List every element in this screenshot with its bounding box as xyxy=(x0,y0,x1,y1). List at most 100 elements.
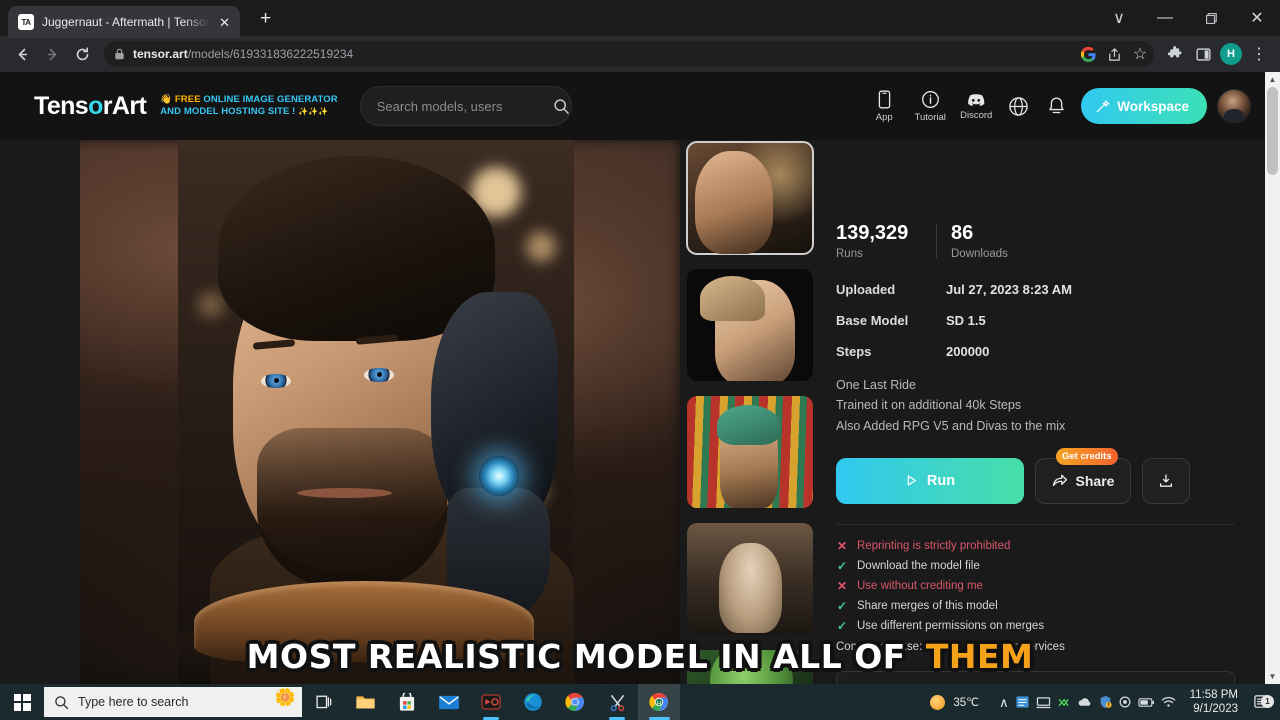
commercial-use-note: Commercial use: Use on generation servic… xyxy=(836,640,1065,653)
profile-avatar[interactable]: H xyxy=(1218,41,1244,67)
wifi-tray-icon[interactable] xyxy=(1161,696,1176,708)
taskbar-clock[interactable]: 11:58 PM 9/1/2023 xyxy=(1184,688,1248,717)
address-bar-url: tensor.art/models/619331836222519234 xyxy=(133,47,353,61)
forward-icon[interactable] xyxy=(38,40,66,68)
task-view-button[interactable] xyxy=(302,684,344,720)
bluetooth-tray-icon[interactable] xyxy=(1057,696,1071,709)
permission-text: Use different permissions on merges xyxy=(857,619,1045,632)
security-shield-tray-icon[interactable] xyxy=(1099,695,1112,709)
stat-runs-label: Runs xyxy=(836,248,863,260)
microsoft-edge-icon[interactable] xyxy=(512,684,554,720)
thumbnail-strip[interactable] xyxy=(683,140,820,684)
model-description: One Last Ride Trained it on additional 4… xyxy=(836,375,1235,436)
comment-input-box[interactable] xyxy=(836,670,1235,684)
maximize-icon[interactable] xyxy=(1188,2,1234,34)
header-nav-app[interactable]: App xyxy=(861,90,907,123)
header-nav-discord[interactable]: Discord xyxy=(953,92,999,121)
promo-banner: 👋 FREE ONLINE IMAGE GENERATOR AND MODEL … xyxy=(160,94,338,118)
description-line: Trained it on additional 40k Steps xyxy=(836,398,1022,413)
workspace-button[interactable]: Workspace xyxy=(1081,88,1207,124)
permission-item: ✕ Use without crediting me xyxy=(836,579,1235,593)
scrollbar-down-arrow[interactable]: ▼ xyxy=(1265,669,1280,684)
new-tab-button[interactable]: + xyxy=(252,5,279,32)
stat-runs-value: 139,329 xyxy=(836,222,909,244)
thumbnail-green-plant[interactable] xyxy=(687,650,813,684)
download-button[interactable] xyxy=(1142,457,1190,504)
search-icon xyxy=(54,695,69,710)
portrait-scene xyxy=(178,140,574,684)
thumbnail-bearded-man-headset[interactable] xyxy=(686,141,814,255)
thumbnail-blonde-woman-profile[interactable] xyxy=(687,269,813,381)
thumbnail-kitten[interactable] xyxy=(687,523,813,635)
thumbnail-woman-graffiti-wall[interactable] xyxy=(687,396,813,508)
minimize-icon[interactable]: — xyxy=(1142,2,1188,34)
weather-widget[interactable]: 35℃ xyxy=(918,694,991,710)
profile-initial: H xyxy=(1220,43,1242,65)
site-search[interactable] xyxy=(359,86,572,126)
permissions-list: ✕ Reprinting is strictly prohibited ✓ Do… xyxy=(836,539,1235,653)
cloud-tray-icon[interactable] xyxy=(1077,696,1093,708)
clock-time: 11:58 PM xyxy=(1189,688,1238,701)
network-tray-icon[interactable] xyxy=(1036,696,1051,709)
promo-line-2: AND MODEL HOSTING SITE ! ✨✨✨ xyxy=(160,106,338,118)
address-bar[interactable]: tensor.art/models/619331836222519234 ☆ xyxy=(104,41,1154,67)
start-button[interactable] xyxy=(0,684,44,720)
scrollbar-thumb[interactable] xyxy=(1267,87,1278,175)
header-nav-tutorial[interactable]: Tutorial xyxy=(907,90,953,123)
microsoft-store-icon[interactable] xyxy=(386,684,428,720)
chrome-active-icon[interactable]: H xyxy=(638,684,680,720)
browser-menu-icon[interactable]: ⋮ xyxy=(1246,41,1272,67)
taskbar-search-box[interactable]: Type here to search 🌼 xyxy=(44,687,302,717)
tab-close-icon[interactable]: ✕ xyxy=(217,14,232,31)
hero-image-area[interactable] xyxy=(0,140,680,684)
portrait-brass-collar xyxy=(193,580,535,663)
extensions-icon[interactable] xyxy=(1162,41,1188,67)
run-button-label: Run xyxy=(926,472,956,489)
search-input[interactable] xyxy=(376,98,553,114)
close-icon[interactable]: ✕ xyxy=(1234,2,1280,34)
wave-hand-icon: 👋 xyxy=(160,94,173,106)
get-credits-badge[interactable]: Get credits xyxy=(1056,447,1118,465)
back-icon[interactable] xyxy=(8,40,36,68)
share-icon[interactable] xyxy=(1102,42,1126,66)
sparkle-icon: ✨✨✨ xyxy=(298,107,329,116)
globe-icon xyxy=(1008,96,1029,117)
meta-key: Base Model xyxy=(836,313,909,328)
minimize-group-icon[interactable]: ∨ xyxy=(1096,2,1142,34)
bookmark-star-icon[interactable]: ☆ xyxy=(1128,42,1152,66)
hero-model-preview-image[interactable] xyxy=(178,140,574,684)
tab-favicon: TA xyxy=(18,14,34,30)
toolbar-right-actions: H ⋮ xyxy=(1162,41,1272,67)
portrait-headset-glow xyxy=(478,455,519,496)
run-button[interactable]: Run xyxy=(836,457,1024,504)
camtasia-icon[interactable] xyxy=(470,684,512,720)
chrome-icon[interactable] xyxy=(554,684,596,720)
reload-icon[interactable] xyxy=(68,40,96,68)
user-avatar[interactable] xyxy=(1217,89,1251,123)
browser-chrome: TA Juggernaut - Aftermath | TensorArt ✕ … xyxy=(0,0,1280,72)
battery-tray-icon[interactable] xyxy=(1138,697,1155,708)
page-scrollbar[interactable]: ▲ ▼ xyxy=(1265,72,1280,684)
browser-tab[interactable]: TA Juggernaut - Aftermath | TensorArt ✕ xyxy=(8,6,240,38)
notifications-button[interactable] xyxy=(1037,96,1075,117)
permission-text: Share merges of this model xyxy=(857,599,998,612)
tensorart-logo[interactable]: Tens o rArt xyxy=(34,92,147,121)
side-panel-icon[interactable] xyxy=(1190,41,1216,67)
language-selector[interactable] xyxy=(999,96,1037,117)
snipping-tool-icon[interactable] xyxy=(596,684,638,720)
discord-icon xyxy=(966,92,986,107)
search-icon[interactable] xyxy=(553,98,570,115)
share-button[interactable]: Get credits Share xyxy=(1035,447,1131,504)
onedrive-tray-icon[interactable] xyxy=(1015,695,1030,709)
webcam-tray-icon[interactable] xyxy=(1118,695,1132,709)
google-lens-icon[interactable] xyxy=(1076,42,1100,66)
tray-expand-chevron-icon[interactable]: ∧ xyxy=(999,696,1009,709)
stat-downloads: 86 Downloads xyxy=(951,222,1008,260)
model-stats: 139,329 Runs 86 Downloads xyxy=(836,222,1235,260)
file-explorer-icon[interactable] xyxy=(344,684,386,720)
notification-center-button[interactable]: 1 xyxy=(1248,694,1274,710)
mail-icon[interactable] xyxy=(428,684,470,720)
site-header: Tens o rArt 👋 FREE ONLINE IMAGE GENERATOR … xyxy=(0,72,1265,140)
scrollbar-up-arrow[interactable]: ▲ xyxy=(1265,72,1280,87)
svg-text:H: H xyxy=(657,700,662,707)
